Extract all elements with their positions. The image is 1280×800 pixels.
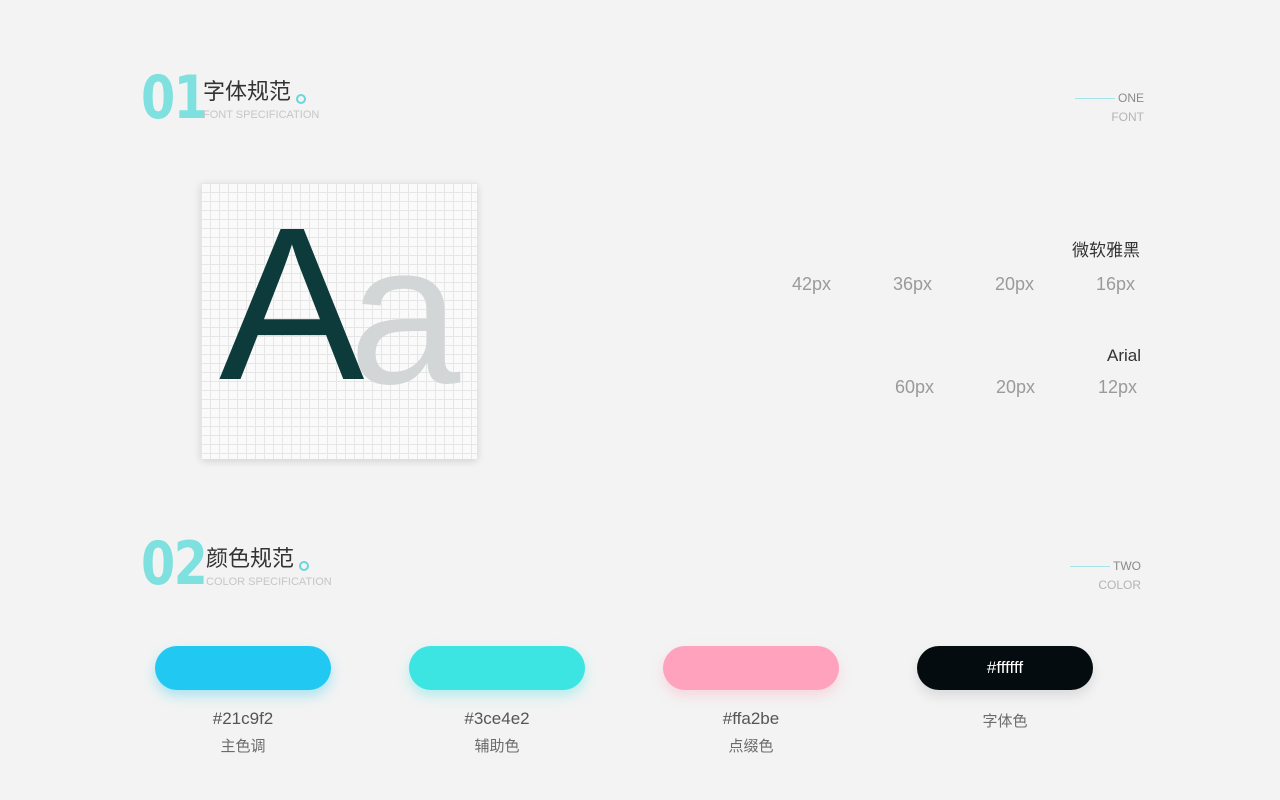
- size-item: 20px: [995, 274, 1035, 294]
- size-item: 36px: [893, 274, 933, 294]
- ring-icon: [299, 561, 309, 571]
- color-hex: #ffa2be: [722, 709, 780, 728]
- side-tag-color: COLOR: [1098, 578, 1141, 592]
- side-tag-font: FONT: [1111, 110, 1144, 124]
- color-swatch-secondary: [409, 646, 585, 690]
- size-item: 12px: [1098, 377, 1138, 397]
- section-title-font: 字体规范: [203, 80, 292, 105]
- divider-line: [1070, 566, 1110, 567]
- section-number-01: 01: [141, 63, 208, 133]
- size-item: 20px: [996, 377, 1036, 397]
- color-name: 点缀色: [728, 737, 774, 755]
- specimen-uppercase: A: [219, 183, 365, 426]
- swatch-label: #ffffff: [986, 658, 1024, 677]
- section-number-02: 02: [141, 529, 208, 599]
- size-item: 16px: [1096, 274, 1136, 294]
- side-tag-two: TWO: [1113, 559, 1141, 573]
- section-subtitle-color: COLOR SPECIFICATION: [206, 576, 332, 588]
- color-name: 主色调: [220, 737, 266, 755]
- color-name: 字体色: [982, 712, 1028, 730]
- type-specimen-card: a A: [201, 183, 477, 459]
- divider-line: [1075, 98, 1115, 99]
- color-swatch-primary: [155, 646, 331, 690]
- color-hex: #3ce4e2: [464, 709, 530, 728]
- color-swatch-text: #ffffff: [917, 646, 1093, 690]
- section-title-color: 颜色规范: [206, 547, 295, 572]
- specimen-lowercase: a: [349, 203, 461, 426]
- color-name: 辅助色: [474, 737, 520, 755]
- color-hex: #21c9f2: [212, 709, 274, 728]
- side-tag-one: ONE: [1117, 91, 1144, 105]
- color-swatch-accent: [663, 646, 839, 690]
- section-subtitle-font: FONT SPECIFICATION: [203, 109, 320, 121]
- font-name-arial: Arial: [1106, 346, 1141, 365]
- font-name-yahei: 微软雅黑: [1072, 241, 1140, 261]
- size-item: 42px: [792, 274, 832, 294]
- ring-icon: [296, 94, 306, 104]
- size-item: 60px: [895, 377, 935, 397]
